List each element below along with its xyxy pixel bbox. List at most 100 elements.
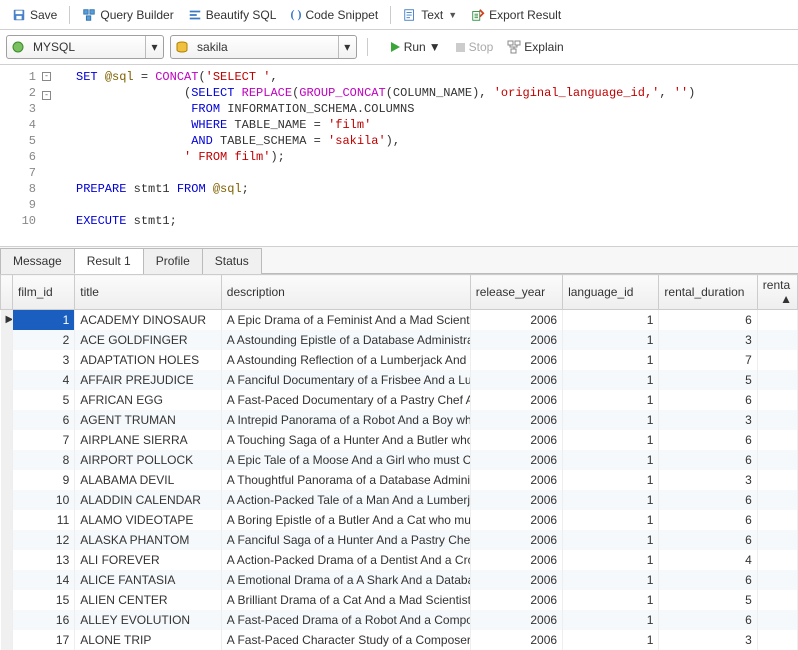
cell-extra[interactable] [757, 510, 797, 530]
cell-film-id[interactable]: 5 [13, 390, 75, 410]
cell-description[interactable]: A Boring Epistle of a Butler And a Cat w… [221, 510, 470, 530]
cell-extra[interactable] [757, 330, 797, 350]
column-release_year[interactable]: release_year [470, 275, 562, 310]
sql-editor[interactable]: 12345678910 -- SET @sql = CONCAT('SELECT… [0, 65, 798, 247]
table-row[interactable]: 5 AFRICAN EGG A Fast-Paced Documentary o… [1, 390, 798, 410]
cell-rental-duration[interactable]: 3 [659, 470, 757, 490]
cell-film-id[interactable]: 10 [13, 490, 75, 510]
cell-description[interactable]: A Intrepid Panorama of a Robot And a Boy… [221, 410, 470, 430]
cell-title[interactable]: ALONE TRIP [75, 630, 222, 650]
cell-description[interactable]: A Emotional Drama of a A Shark And a Dat… [221, 570, 470, 590]
cell-description[interactable]: A Touching Saga of a Hunter And a Butler… [221, 430, 470, 450]
cell-rental-duration[interactable]: 3 [659, 630, 757, 650]
tab-message[interactable]: Message [0, 248, 75, 274]
cell-release-year[interactable]: 2006 [470, 610, 562, 630]
table-row[interactable]: 12 ALASKA PHANTOM A Fanciful Saga of a H… [1, 530, 798, 550]
table-row[interactable]: 11 ALAMO VIDEOTAPE A Boring Epistle of a… [1, 510, 798, 530]
table-row[interactable]: ▶ 1 ACADEMY DINOSAUR A Epic Drama of a F… [1, 310, 798, 330]
cell-extra[interactable] [757, 490, 797, 510]
cell-release-year[interactable]: 2006 [470, 310, 562, 330]
cell-description[interactable]: A Brilliant Drama of a Cat And a Mad Sci… [221, 590, 470, 610]
cell-title[interactable]: AIRPLANE SIERRA [75, 430, 222, 450]
cell-film-id[interactable]: 8 [13, 450, 75, 470]
cell-language-id[interactable]: 1 [563, 630, 659, 650]
cell-extra[interactable] [757, 350, 797, 370]
cell-title[interactable]: ALAMO VIDEOTAPE [75, 510, 222, 530]
cell-release-year[interactable]: 2006 [470, 530, 562, 550]
cell-title[interactable]: ACADEMY DINOSAUR [75, 310, 222, 330]
cell-film-id[interactable]: 15 [13, 590, 75, 610]
text-button[interactable]: Text ▼ [397, 5, 463, 25]
table-row[interactable]: 4 AFFAIR PREJUDICE A Fanciful Documentar… [1, 370, 798, 390]
cell-release-year[interactable]: 2006 [470, 330, 562, 350]
cell-rental-duration[interactable]: 7 [659, 350, 757, 370]
result-grid[interactable]: film_idtitledescriptionrelease_yearlangu… [0, 274, 798, 650]
cell-rental-duration[interactable]: 6 [659, 610, 757, 630]
cell-language-id[interactable]: 1 [563, 330, 659, 350]
cell-title[interactable]: ACE GOLDFINGER [75, 330, 222, 350]
tab-status[interactable]: Status [202, 248, 262, 274]
save-button[interactable]: Save [6, 5, 63, 25]
cell-extra[interactable] [757, 550, 797, 570]
table-row[interactable]: 10 ALADDIN CALENDAR A Action-Packed Tale… [1, 490, 798, 510]
cell-description[interactable]: A Fast-Paced Documentary of a Pastry Che… [221, 390, 470, 410]
cell-language-id[interactable]: 1 [563, 550, 659, 570]
cell-release-year[interactable]: 2006 [470, 430, 562, 450]
cell-title[interactable]: ADAPTATION HOLES [75, 350, 222, 370]
cell-extra[interactable] [757, 450, 797, 470]
chevron-down-icon[interactable]: ▾ [145, 36, 163, 58]
cell-release-year[interactable]: 2006 [470, 590, 562, 610]
column-description[interactable]: description [221, 275, 470, 310]
cell-release-year[interactable]: 2006 [470, 450, 562, 470]
cell-rental-duration[interactable]: 6 [659, 310, 757, 330]
cell-extra[interactable] [757, 610, 797, 630]
cell-extra[interactable] [757, 570, 797, 590]
cell-film-id[interactable]: 16 [13, 610, 75, 630]
table-row[interactable]: 2 ACE GOLDFINGER A Astounding Epistle of… [1, 330, 798, 350]
beautify-button[interactable]: Beautify SQL [182, 5, 283, 25]
cell-release-year[interactable]: 2006 [470, 630, 562, 650]
cell-language-id[interactable]: 1 [563, 530, 659, 550]
table-row[interactable]: 16 ALLEY EVOLUTION A Fast-Paced Drama of… [1, 610, 798, 630]
cell-rental-duration[interactable]: 6 [659, 430, 757, 450]
cell-rental-duration[interactable]: 6 [659, 390, 757, 410]
cell-film-id[interactable]: 17 [13, 630, 75, 650]
cell-description[interactable]: A Fast-Paced Character Study of a Compos… [221, 630, 470, 650]
cell-rental-duration[interactable]: 3 [659, 330, 757, 350]
cell-title[interactable]: ALABAMA DEVIL [75, 470, 222, 490]
table-row[interactable]: 13 ALI FOREVER A Action-Packed Drama of … [1, 550, 798, 570]
cell-film-id[interactable]: 4 [13, 370, 75, 390]
code-area[interactable]: SET @sql = CONCAT('SELECT ', (SELECT REP… [56, 69, 695, 242]
cell-description[interactable]: A Action-Packed Drama of a Dentist And a… [221, 550, 470, 570]
cell-description[interactable]: A Action-Packed Tale of a Man And a Lumb… [221, 490, 470, 510]
cell-release-year[interactable]: 2006 [470, 570, 562, 590]
cell-title[interactable]: AFRICAN EGG [75, 390, 222, 410]
cell-film-id[interactable]: 6 [13, 410, 75, 430]
cell-release-year[interactable]: 2006 [470, 390, 562, 410]
cell-title[interactable]: ALI FOREVER [75, 550, 222, 570]
cell-rental-duration[interactable]: 4 [659, 550, 757, 570]
table-row[interactable]: 9 ALABAMA DEVIL A Thoughtful Panorama of… [1, 470, 798, 490]
cell-language-id[interactable]: 1 [563, 610, 659, 630]
cell-language-id[interactable]: 1 [563, 490, 659, 510]
cell-description[interactable]: A Epic Drama of a Feminist And a Mad Sci… [221, 310, 470, 330]
cell-extra[interactable] [757, 430, 797, 450]
cell-release-year[interactable]: 2006 [470, 370, 562, 390]
cell-language-id[interactable]: 1 [563, 410, 659, 430]
cell-title[interactable]: ALLEY EVOLUTION [75, 610, 222, 630]
cell-film-id[interactable]: 12 [13, 530, 75, 550]
cell-language-id[interactable]: 1 [563, 570, 659, 590]
cell-language-id[interactable]: 1 [563, 450, 659, 470]
cell-rental-duration[interactable]: 5 [659, 370, 757, 390]
cell-extra[interactable] [757, 310, 797, 330]
cell-description[interactable]: A Fanciful Saga of a Hunter And a Pastry… [221, 530, 470, 550]
cell-film-id[interactable]: 14 [13, 570, 75, 590]
table-row[interactable]: 3 ADAPTATION HOLES A Astounding Reflecti… [1, 350, 798, 370]
engine-selector[interactable]: MYSQL ▾ [6, 35, 164, 59]
run-button[interactable]: Run ▼ [384, 37, 446, 57]
cell-language-id[interactable]: 1 [563, 310, 659, 330]
table-row[interactable]: 6 AGENT TRUMAN A Intrepid Panorama of a … [1, 410, 798, 430]
export-button[interactable]: Export Result [465, 5, 567, 25]
cell-rental-duration[interactable]: 6 [659, 510, 757, 530]
chevron-down-icon[interactable]: ▾ [338, 36, 356, 58]
